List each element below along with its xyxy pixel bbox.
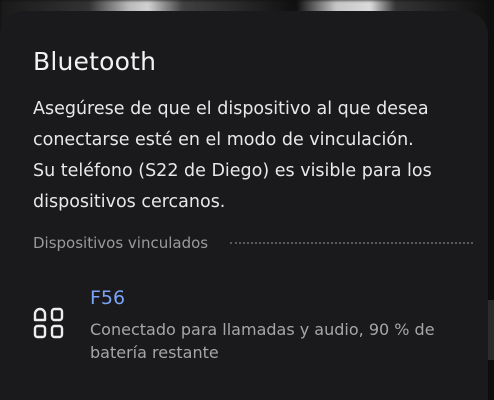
dialog-description: Asegúrese de que el dispositivo al que d… — [33, 94, 463, 218]
dialog-title: Bluetooth — [33, 47, 157, 76]
section-divider — [230, 242, 473, 244]
device-status-line: Conectado para llamadas y audio, 90 % de — [90, 320, 435, 339]
apps-grid-icon — [32, 306, 66, 340]
description-line: dispositivos cercanos. — [33, 192, 226, 212]
device-name: F56 — [90, 287, 126, 309]
paired-devices-header: Dispositivos vinculados — [33, 232, 473, 254]
paired-device-item[interactable]: F56 Conectado para llamadas y audio, 90 … — [0, 280, 488, 370]
device-status-line: batería restante — [90, 343, 219, 362]
device-status: Conectado para llamadas y audio, 90 % de… — [90, 318, 470, 364]
scroll-edge — [488, 300, 494, 360]
paired-devices-label: Dispositivos vinculados — [33, 234, 209, 252]
description-line: Asegúrese de que el dispositivo al que d… — [33, 99, 429, 119]
description-line: Su teléfono (S22 de Diego) es visible pa… — [33, 161, 432, 181]
description-line: conectarse esté en el modo de vinculació… — [33, 130, 414, 150]
screen: Bluetooth Asegúrese de que el dispositiv… — [0, 0, 494, 400]
